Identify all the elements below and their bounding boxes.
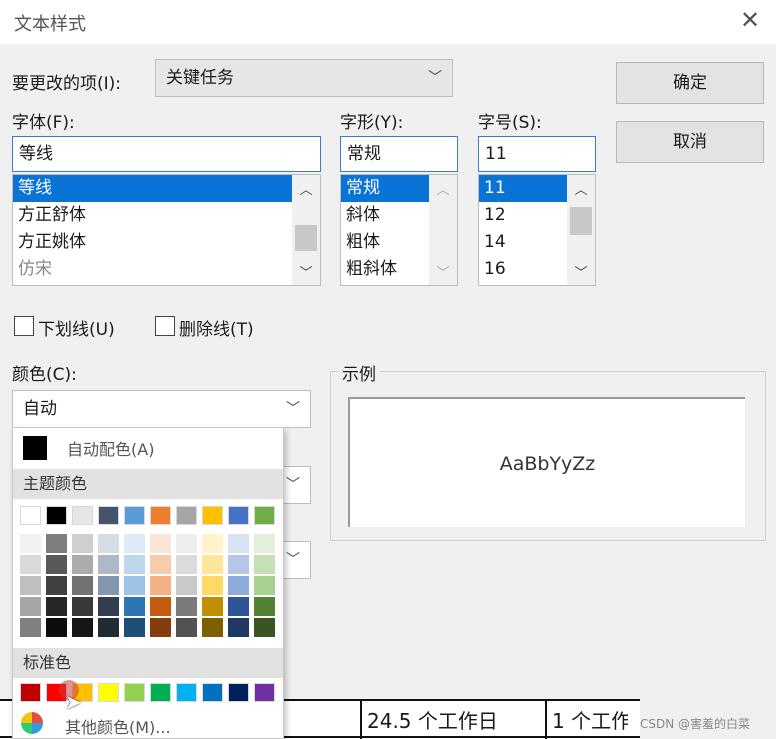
list-item[interactable]: 仿宋 (13, 256, 320, 283)
watermark: CSDN @害羞的白菜 (640, 717, 751, 731)
chevron-up-icon[interactable]: ︿ (292, 179, 320, 198)
style-list[interactable]: 常规 斜体 粗体 粗斜体 ︿ ﹀ (340, 174, 458, 286)
underline-label: 下划线(U) (38, 320, 115, 340)
strikethrough-checkbox[interactable] (155, 316, 175, 336)
sample-preview: AaBbYyZz (348, 397, 745, 527)
table-cell: 1 个工作 (552, 709, 628, 733)
chevron-down-icon: ﹀ (286, 552, 300, 568)
scroll-thumb[interactable] (295, 225, 317, 251)
size-label: 字号(S): (478, 113, 542, 133)
list-item[interactable]: 常规 (341, 175, 429, 202)
title-bar (0, 0, 776, 44)
standard-color-swatch[interactable] (254, 683, 275, 702)
chevron-down-icon: ﹀ (286, 401, 300, 417)
chevron-down-icon: ﹀ (286, 477, 300, 493)
style-input[interactable]: 常规 (340, 136, 458, 172)
chevron-up-icon[interactable]: ︿ (567, 179, 595, 198)
size-list[interactable]: 11 12 14 16 ︿ ﹀ (478, 174, 596, 286)
list-item[interactable]: 方正姚体 (13, 229, 320, 256)
scroll-thumb[interactable] (570, 207, 592, 235)
change-item-value: 关键任务 (166, 68, 234, 88)
style-label: 字形(Y): (340, 113, 404, 133)
color-picker-popup: 自动配色(A) 主题颜色 标准色 其他颜色(M)... ➤ (12, 427, 284, 739)
table-cell-clip: 1 个工作 (552, 705, 628, 734)
sample-label: 示例 (338, 360, 380, 385)
table-gridline (360, 699, 362, 739)
chevron-up-icon[interactable]: ︿ (429, 179, 457, 198)
chevron-down-icon[interactable]: ﹀ (292, 262, 320, 281)
list-item[interactable]: 11 (479, 175, 567, 202)
list-item[interactable]: 等线 (13, 175, 292, 202)
size-list-scrollbar[interactable]: ︿ ﹀ (567, 175, 595, 285)
change-item-dropdown[interactable]: 关键任务 ﹀ (155, 59, 453, 97)
change-item-label: 要更改的项(I): (12, 74, 122, 94)
standard-color-swatch[interactable] (176, 683, 197, 702)
chevron-down-icon: ﹀ (428, 70, 442, 86)
font-list-scrollbar[interactable]: ︿ ﹀ (292, 175, 320, 285)
standard-color-swatch[interactable] (228, 683, 249, 702)
color-label: 颜色(C): (12, 365, 77, 385)
font-input[interactable]: 等线 (12, 136, 321, 172)
strikethrough-label: 删除线(T) (179, 320, 254, 340)
more-colors-option[interactable]: 其他颜色(M)... (65, 714, 171, 738)
chevron-down-icon[interactable]: ﹀ (429, 262, 457, 281)
ok-button[interactable]: 确定 (616, 62, 764, 104)
standard-color-grid (13, 428, 283, 728)
cancel-button[interactable]: 取消 (616, 121, 764, 163)
table-gridline (545, 699, 547, 739)
underline-checkbox[interactable] (14, 316, 34, 336)
standard-color-swatch[interactable] (202, 683, 223, 702)
standard-color-swatch[interactable] (20, 683, 41, 702)
color-dropdown[interactable]: 自动 ﹀ (12, 390, 311, 428)
dialog-title: 文本样式 (14, 14, 86, 35)
size-input[interactable]: 11 (478, 136, 596, 172)
close-icon[interactable]: ✕ (736, 6, 764, 34)
palette-icon (21, 712, 43, 734)
color-value: 自动 (23, 399, 57, 419)
chevron-down-icon[interactable]: ﹀ (567, 262, 595, 281)
mouse-pointer-icon: ➤ (65, 690, 82, 714)
standard-color-swatch[interactable] (150, 683, 171, 702)
standard-color-swatch[interactable] (98, 683, 119, 702)
sample-text: AaBbYyZz (499, 453, 596, 475)
font-label: 字体(F): (12, 113, 75, 133)
standard-color-swatch[interactable] (124, 683, 145, 702)
table-cell: 24.5 个工作日 (367, 709, 498, 733)
style-list-scrollbar[interactable]: ︿ ﹀ (429, 175, 457, 285)
list-item[interactable]: 方正舒体 (13, 202, 320, 229)
font-list[interactable]: 等线 方正舒体 方正姚体 仿宋 ︿ ﹀ (12, 174, 321, 286)
